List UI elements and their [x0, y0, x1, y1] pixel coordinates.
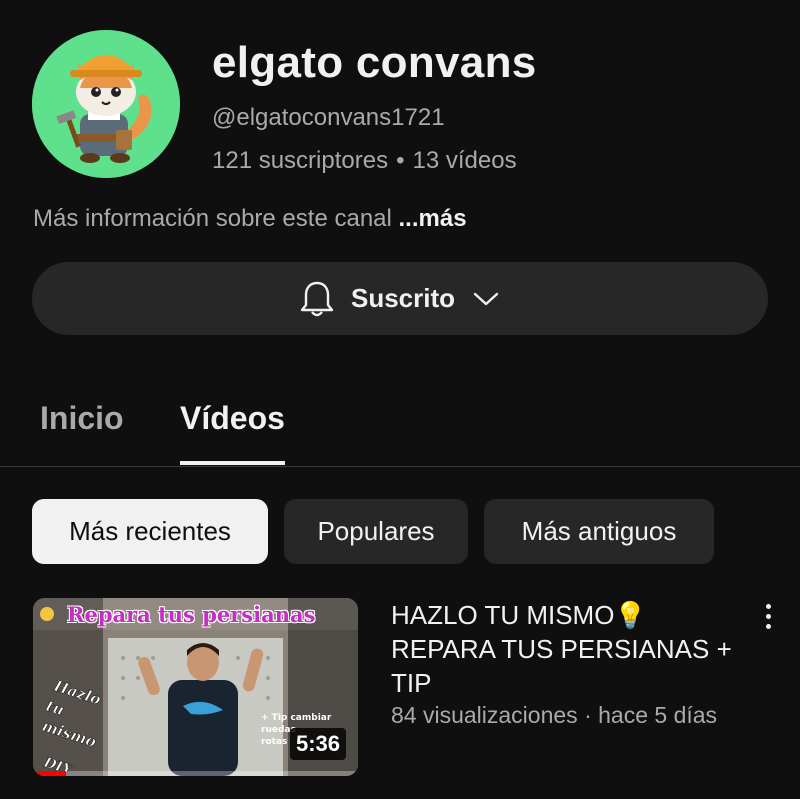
- thumbnail-title: Repara tus persianas: [67, 602, 316, 627]
- channel-avatar[interactable]: [32, 30, 180, 178]
- video-views: 84 visualizaciones: [391, 702, 578, 728]
- kebab-dot: [765, 613, 771, 619]
- filter-chip-popular[interactable]: Populares: [284, 499, 468, 564]
- about-text: Más información sobre este canal: [33, 205, 392, 232]
- channel-tabs: Inicio Vídeos: [0, 380, 800, 467]
- stats-separator: •: [396, 147, 405, 174]
- chevron-down-icon: [473, 292, 499, 305]
- bell-icon: [300, 281, 334, 316]
- channel-stats: 121 suscriptores • 13 vídeos: [212, 147, 517, 175]
- video-title[interactable]: HAZLO TU MISMO💡 REPARA TUS PERSIANAS + T…: [391, 598, 741, 700]
- watch-progress-track: [33, 771, 358, 776]
- about-more[interactable]: ...más: [399, 205, 467, 232]
- video-meta: 84 visualizaciones · hace 5 días: [391, 702, 717, 729]
- watch-progress-bar: [33, 771, 66, 776]
- video-count: 13 vídeos: [412, 147, 517, 174]
- filter-chip-recent[interactable]: Más recientes: [32, 499, 268, 564]
- video-meta-separator: ·: [584, 702, 592, 728]
- tab-home[interactable]: Inicio: [40, 400, 124, 437]
- more-options-icon[interactable]: [754, 598, 782, 634]
- video-duration: 5:36: [289, 728, 346, 760]
- video-age: hace 5 días: [598, 702, 718, 728]
- channel-name: elgato convans: [212, 38, 537, 87]
- channel-about-link[interactable]: Más información sobre este canal ...más: [33, 205, 467, 233]
- subscriber-count: 121 suscriptores: [212, 147, 389, 174]
- subscribed-button[interactable]: Suscrito: [32, 262, 768, 335]
- channel-handle: @elgatoconvans1721: [212, 104, 445, 131]
- svg-text:+ Tip cambiar: + Tip cambiar: [261, 713, 332, 723]
- kebab-dot: [765, 603, 771, 609]
- svg-text:rotas: rotas: [261, 737, 287, 747]
- active-tab-indicator: [180, 461, 285, 465]
- subscribed-label: Suscrito: [350, 283, 456, 313]
- filter-chip-oldest[interactable]: Más antiguos: [484, 499, 714, 564]
- cat-builder-avatar-icon: [32, 30, 180, 178]
- kebab-dot: [765, 623, 771, 629]
- video-thumbnail[interactable]: Hazlo tu mismo DIY + Tip cambiar ruedas …: [33, 598, 358, 776]
- tab-videos[interactable]: Vídeos: [180, 400, 285, 437]
